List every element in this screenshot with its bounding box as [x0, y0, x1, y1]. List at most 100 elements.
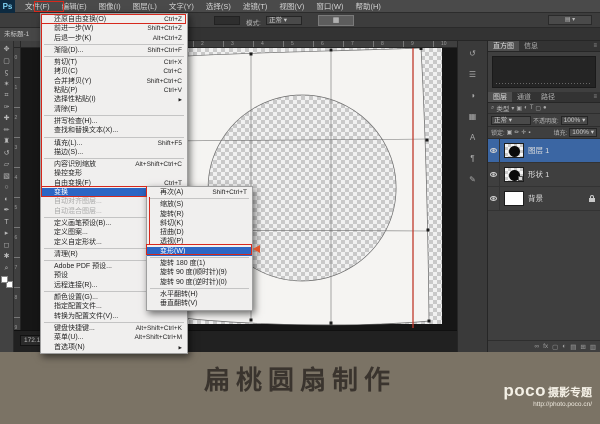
layer-visibility-toggle[interactable]	[488, 163, 500, 186]
filter-smartobject-icon[interactable]: ●	[543, 105, 547, 111]
transform-submenu-item[interactable]: 垂直翻转(V)	[147, 299, 252, 308]
path-select-tool-icon[interactable]: ▸	[0, 228, 14, 240]
edit-menu-item[interactable]: 查找和替换文本(X)...	[41, 126, 187, 135]
history-brush-tool-icon[interactable]: ↺	[0, 148, 14, 160]
mode-dropdown[interactable]: 正常 ▾	[266, 16, 302, 25]
crop-tool-icon[interactable]: ⌗	[0, 90, 14, 102]
lock-pixels-icon[interactable]: ✏	[514, 129, 519, 136]
adjustment-layer-icon[interactable]: ◐	[562, 343, 566, 350]
link-layers-icon[interactable]: ∞	[534, 343, 539, 350]
transform-submenu-item[interactable]: 旋转 90 度(顺时针)(9)	[147, 268, 252, 277]
transform-submenu-item[interactable]: 旋转(R)	[147, 210, 252, 219]
edit-menu-item[interactable]: 描边(S)...	[41, 148, 187, 157]
panel-menu-icon[interactable]: ≡	[593, 41, 600, 51]
brush-panel-icon[interactable]: ✎	[469, 175, 476, 184]
hand-tool-icon[interactable]: ✱	[0, 251, 14, 263]
type-tool-icon[interactable]: T	[0, 217, 14, 229]
tab-layers[interactable]: 图层	[488, 92, 512, 102]
menubar-item[interactable]: 编辑(E)	[56, 0, 93, 13]
properties-panel-icon[interactable]: ☰	[469, 70, 476, 79]
clone-stamp-tool-icon[interactable]: ♜	[0, 136, 14, 148]
color-panel-icon[interactable]: ▦	[469, 112, 477, 121]
tab-channels[interactable]: 通道	[512, 92, 536, 102]
lock-all-icon[interactable]: ▪	[528, 130, 530, 136]
layer-thumbnail[interactable]	[504, 191, 524, 206]
zoom-tool-icon[interactable]: ⌕	[0, 263, 14, 275]
edit-menu-item[interactable]: 剪切(T) Ctrl+X	[41, 58, 187, 67]
tool-option-field[interactable]	[214, 16, 240, 25]
edit-menu-item[interactable]: 拷贝(C) Ctrl+C	[41, 67, 187, 76]
edit-menu-item[interactable]: 内容识别缩放 Alt+Shift+Ctrl+C	[41, 160, 187, 169]
edit-menu-item[interactable]: 选择性粘贴(I) ▶	[41, 95, 187, 104]
tab-info[interactable]: 信息	[519, 41, 543, 51]
gradient-tool-icon[interactable]: ▧	[0, 171, 14, 183]
add-mask-icon[interactable]: ▢	[552, 343, 558, 351]
layer-row[interactable]: 图层 1	[488, 139, 600, 163]
menubar-item[interactable]: 滤镜(T)	[237, 0, 274, 13]
blend-mode-dropdown[interactable]: 正常 ▾	[491, 115, 531, 125]
transform-submenu-item[interactable]: 缩放(S)	[147, 200, 252, 209]
edit-menu-item[interactable]: 操控变形	[41, 169, 187, 178]
opacity-value[interactable]: 100% ▾	[560, 115, 589, 125]
warp-mode-toggle[interactable]: ▦	[318, 15, 354, 26]
edit-menu-item[interactable]: 填充(L)... Shift+F5	[41, 139, 187, 148]
layer-thumbnail[interactable]	[504, 167, 524, 182]
layer-visibility-toggle[interactable]	[488, 139, 500, 162]
transform-submenu-item[interactable]: 变形(W)	[147, 246, 252, 257]
move-tool-icon[interactable]: ✥	[0, 44, 14, 56]
menubar-item[interactable]: 文字(Y)	[163, 0, 200, 13]
edit-menu-item[interactable]: 键盘快捷键... Alt+Shift+Ctrl+K	[41, 324, 187, 333]
menubar-item[interactable]: 帮助(H)	[350, 0, 387, 13]
menubar-item[interactable]: 窗口(W)	[310, 0, 349, 13]
filter-adjustment-icon[interactable]: ◐	[524, 105, 528, 111]
filter-type-icon[interactable]: T	[530, 105, 534, 111]
lock-transparency-icon[interactable]: ▣	[507, 129, 513, 136]
shape-tool-icon[interactable]: ◻	[0, 240, 14, 252]
eyedropper-tool-icon[interactable]: ✑	[0, 102, 14, 114]
edit-menu-item[interactable]: 还原自由变换(O) Ctrl+Z	[41, 15, 187, 24]
transform-submenu-item[interactable]: 旋转 180 度(1)	[147, 259, 252, 268]
lock-position-icon[interactable]: ✛	[521, 129, 526, 136]
transform-submenu-item[interactable]: 透视(P)	[147, 237, 252, 246]
menubar-item[interactable]: 选择(S)	[200, 0, 237, 13]
new-layer-icon[interactable]: ⊞	[580, 343, 585, 351]
brush-tool-icon[interactable]: ✏	[0, 125, 14, 137]
chevron-down-icon[interactable]: ▾	[511, 105, 514, 112]
transform-submenu-item[interactable]: 水平翻转(H)	[147, 290, 252, 299]
lasso-tool-icon[interactable]: ϛ	[0, 67, 14, 79]
layer-style-icon[interactable]: fx	[543, 343, 548, 350]
edit-menu-item[interactable]: 菜单(U)... Alt+Shift+Ctrl+M	[41, 333, 187, 342]
healing-brush-tool-icon[interactable]: ✚	[0, 113, 14, 125]
filter-shape-icon[interactable]: ▢	[535, 105, 541, 112]
edit-menu-item[interactable]: 渐隐(D)... Shift+Ctrl+F	[41, 46, 187, 55]
edit-menu-item[interactable]: 前进一步(W) Shift+Ctrl+Z	[41, 24, 187, 33]
transform-submenu-item[interactable]: 旋转 90 度(逆时针)(0)	[147, 278, 252, 287]
edit-menu-item[interactable]: 拼写检查(H)...	[41, 117, 187, 126]
character-panel-icon[interactable]: A	[470, 133, 475, 142]
fill-value[interactable]: 100% ▾	[569, 128, 597, 137]
adjustments-panel-icon[interactable]: ◑	[470, 91, 475, 100]
menubar-item[interactable]: 图像(I)	[93, 0, 127, 13]
tab-histogram[interactable]: 直方图	[488, 41, 519, 51]
foreground-color-swatch[interactable]	[0, 276, 8, 283]
dodge-tool-icon[interactable]: ◐	[0, 194, 14, 206]
blur-tool-icon[interactable]: ○	[0, 182, 14, 194]
magic-wand-tool-icon[interactable]: ✶	[0, 79, 14, 91]
photoshop-logo-icon[interactable]: Ps	[0, 0, 15, 13]
edit-menu-item[interactable]: 后退一步(K) Alt+Ctrl+Z	[41, 34, 187, 43]
transform-submenu-item[interactable]: 扭曲(D)	[147, 228, 252, 237]
transform-submenu-item[interactable]: 斜切(K)	[147, 219, 252, 228]
edit-menu-item[interactable]: 首选项(N) ▶	[41, 343, 187, 352]
edit-menu-item[interactable]: 合并拷贝(Y) Shift+Ctrl+C	[41, 77, 187, 86]
panel-menu-icon[interactable]: ≡	[593, 92, 600, 102]
delete-layer-icon[interactable]: ▥	[590, 343, 596, 351]
eraser-tool-icon[interactable]: ▱	[0, 159, 14, 171]
paragraph-panel-icon[interactable]: ¶	[470, 154, 474, 163]
workspace-switcher[interactable]: ▤ ▾	[548, 15, 592, 25]
history-panel-icon[interactable]: ↺	[469, 49, 476, 58]
menubar-item[interactable]: 图层(L)	[127, 0, 163, 13]
filter-pixel-icon[interactable]: ▣	[516, 105, 522, 112]
tab-paths[interactable]: 路径	[536, 92, 560, 102]
edit-menu-item[interactable]: 清除(E)	[41, 105, 187, 114]
transform-submenu-item[interactable]: 再次(A) Shift+Ctrl+T	[147, 188, 252, 197]
